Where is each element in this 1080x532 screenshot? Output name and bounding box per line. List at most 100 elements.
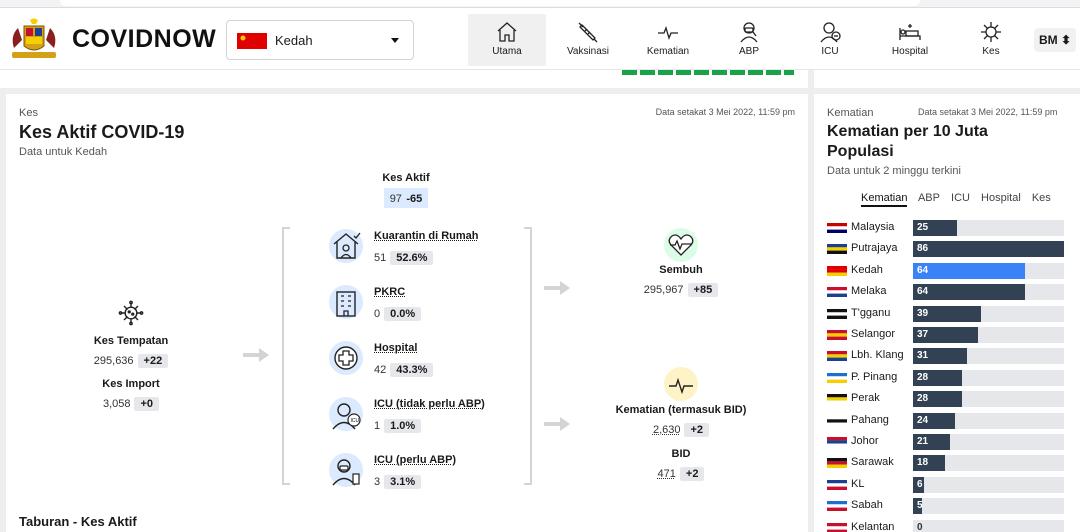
- breakdown-pkrc[interactable]: PKRC 0 0.0%: [328, 284, 528, 336]
- breakdown-value: 42: [374, 364, 387, 376]
- nav-item-hospital[interactable]: Hospital: [871, 14, 949, 66]
- bar-value-label: 64: [917, 286, 929, 298]
- progress-strip: [622, 70, 794, 75]
- state-flag-icon: [827, 351, 847, 362]
- pulse-icon: [658, 26, 678, 40]
- bar-row: Johor 21: [827, 434, 1079, 450]
- language-switcher[interactable]: BM ⬍: [1034, 28, 1076, 52]
- bar-label: KL: [851, 477, 865, 490]
- breakdown-pct: 3.1%: [384, 475, 422, 489]
- virus-icon: [118, 300, 144, 326]
- arrow-right-icon: [243, 348, 269, 362]
- panel-subtitle: Data untuk 2 minggu terkini: [827, 165, 961, 177]
- tab-kematian[interactable]: Kematian: [861, 192, 908, 207]
- coat-of-arms-logo[interactable]: [6, 18, 62, 62]
- bar-value-label: 39: [917, 307, 929, 319]
- tab-abp[interactable]: ABP: [918, 192, 940, 204]
- breakdown-icu-no-ventilator[interactable]: ICU ICU (tidak perlu ABP) 1 1.0%: [328, 396, 528, 448]
- svg-text:ICU: ICU: [351, 418, 360, 424]
- bar-value-label: 25: [917, 222, 929, 233]
- breakdown-home-quarantine[interactable]: Kuarantin di Rumah 51 52.6%: [328, 228, 528, 280]
- state-flag-icon: [827, 308, 847, 319]
- bar-value-label: 28: [917, 371, 929, 383]
- breakdown-hospital[interactable]: Hospital 42 43.3%: [328, 340, 528, 392]
- bar-track: 39: [913, 305, 1064, 322]
- panel-subtitle: Data untuk Kedah: [19, 146, 108, 158]
- local-cases: Kes Tempatan 295,636 +22: [66, 335, 196, 369]
- breakdown-value: 1: [374, 420, 381, 432]
- bar-value-label: 86: [917, 243, 929, 255]
- bar-track: 86: [913, 241, 1064, 258]
- breakdown-icu-ventilator[interactable]: ICU (perlu ABP) 3 3.1%: [328, 452, 528, 504]
- icu-person-icon: ICU: [329, 397, 363, 431]
- bar-value-label: 18: [917, 457, 929, 469]
- section-heading: Taburan - Kes Aktif: [19, 514, 137, 529]
- state-dropdown[interactable]: Kedah: [226, 20, 414, 60]
- bar-label: Kelantan: [851, 520, 895, 532]
- nav-item-vaksinasi[interactable]: Vaksinasi: [549, 14, 627, 66]
- deaths-delta: +2: [684, 423, 710, 437]
- nav-item-kematian[interactable]: Kematian: [629, 14, 707, 66]
- heart-pulse-icon: [664, 228, 698, 262]
- deaths-value: 2,630: [652, 424, 681, 436]
- active-cases-label: Kes Aktif: [382, 172, 430, 184]
- bar-track: 6: [913, 476, 1064, 493]
- bar-label: Putrajaya: [851, 242, 898, 255]
- breakdown-label: ICU (perlu ABP): [374, 454, 457, 466]
- deaths: Kematian (termasuk BID) 2,630 +2: [601, 404, 761, 438]
- address-bar[interactable]: [60, 0, 920, 6]
- nav-label: ICU: [821, 46, 839, 57]
- bar-label: Lbh. Klang: [851, 349, 904, 362]
- nav-item-kes[interactable]: Kes: [952, 14, 1030, 66]
- tab-hospital[interactable]: Hospital: [981, 192, 1021, 204]
- hospital-bed-icon: [899, 24, 921, 40]
- brand-title[interactable]: COVIDNOW: [72, 25, 216, 54]
- nav-label: Hospital: [891, 46, 929, 57]
- bar-value-label: 5: [917, 500, 923, 512]
- bar-label: Sarawak: [851, 456, 894, 469]
- chevron-down-icon: [391, 38, 399, 43]
- bar-label: T'gganu: [851, 306, 891, 319]
- bar-row: Kelantan 0: [827, 519, 1079, 532]
- bar-track: 0: [913, 519, 1064, 532]
- state-flag-icon: [827, 437, 847, 447]
- nav-item-utama[interactable]: Utama: [468, 14, 546, 66]
- bar: [913, 262, 1025, 279]
- state-flag-icon: [827, 244, 847, 255]
- panel-title: Kes Aktif COVID-19: [19, 122, 185, 142]
- nav-item-abp[interactable]: ABP: [710, 14, 788, 66]
- bid-value: 471: [657, 468, 676, 480]
- metric-tabs: Kematian ABP ICU Hospital Kes: [861, 192, 1059, 207]
- ventilator-person-icon: [329, 453, 363, 487]
- arrow-right-icon: [544, 281, 570, 295]
- bar-label: Johor: [851, 435, 879, 447]
- nav-item-icu[interactable]: ICU: [791, 14, 869, 66]
- bar-row: T'gganu 39: [827, 305, 1079, 322]
- tab-kes[interactable]: Kes: [1032, 192, 1051, 204]
- state-flag-icon: [827, 415, 847, 426]
- nav-label: Vaksinasi: [566, 46, 610, 57]
- active-cases-value: 97: [389, 193, 402, 205]
- bar-label: P. Pinang: [851, 370, 898, 383]
- bar-row: Sarawak 18: [827, 455, 1079, 472]
- state-flag-icon: [827, 287, 847, 298]
- browser-toolbar: [0, 0, 1080, 8]
- breakdown-value: 3: [374, 476, 381, 488]
- tab-icu[interactable]: ICU: [951, 192, 970, 204]
- nav-label: ABP: [738, 46, 759, 57]
- bar-value-label: 31: [917, 350, 929, 362]
- bar-row: Melaka 64: [827, 284, 1079, 301]
- breakdown-pct: 52.6%: [390, 251, 434, 265]
- breakdown-pct: 43.3%: [390, 363, 434, 377]
- bar-track: 24: [913, 412, 1064, 429]
- bar-track: 28: [913, 369, 1064, 386]
- bar-row: Lbh. Klang 31: [827, 348, 1079, 365]
- ventilator-person-icon: [740, 22, 758, 43]
- recovered: Sembuh 295,967 +85: [616, 264, 746, 298]
- bar: [913, 241, 1064, 258]
- bar-value-label: 28: [917, 393, 929, 405]
- import-cases-value: 3,058: [102, 398, 131, 410]
- bar-row: Sabah 5: [827, 498, 1079, 515]
- bar-row: Pahang 24: [827, 412, 1079, 429]
- bar-label: Sabah: [851, 499, 883, 512]
